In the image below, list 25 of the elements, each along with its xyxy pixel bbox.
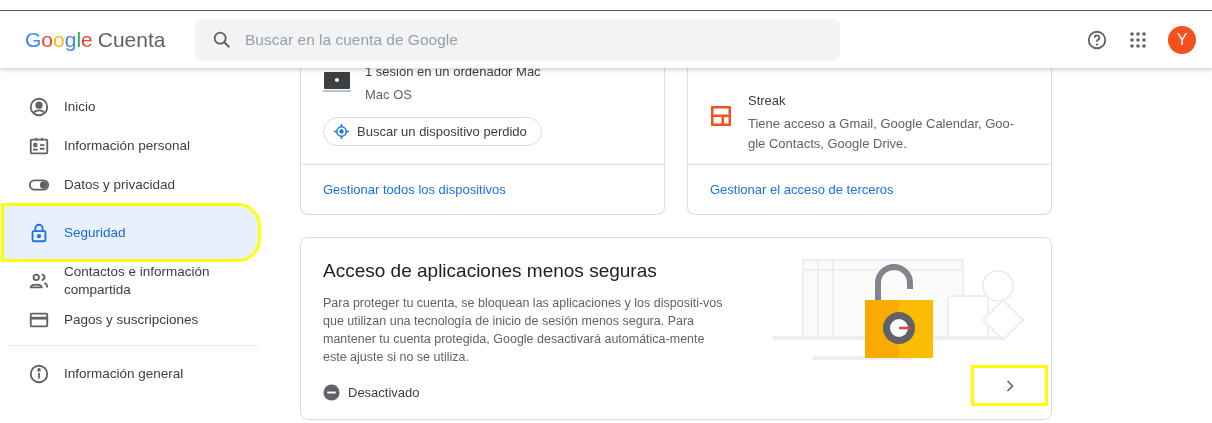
apps-grid-icon[interactable]	[1130, 31, 1146, 48]
sidebar-item[interactable]: Inicio	[0, 87, 254, 126]
sidebar-item[interactable]: Información general	[0, 354, 254, 393]
find-device-button[interactable]: Buscar un dispositivo perdido	[323, 117, 542, 146]
card-title: Acceso de aplicaciones menos seguras	[323, 260, 658, 282]
status-text: Desactivado	[348, 385, 420, 400]
card-description: Para proteger tu cuenta, se bloquean las aplicaciones y los dispositi-vos que utilizan una tecnología de inicio de sesión menos segura. Para mantener tu cuenta protegida, Google desactivará automática-mente este ajuste si no se utiliza.	[323, 295, 723, 366]
manage-third-party-link[interactable]: Gestionar el acceso de terceros	[710, 182, 894, 197]
sidebar-item[interactable]: Seguridad	[4, 206, 258, 259]
chevron-right-icon	[1004, 378, 1015, 393]
device-os: Mac OS	[365, 86, 413, 104]
location-target-icon	[334, 124, 349, 139]
nav-icon	[28, 95, 50, 118]
google-account-logo[interactable]: Google Cuenta	[25, 27, 195, 52]
app-name: Streak	[748, 92, 787, 110]
nav-icon	[28, 362, 50, 385]
sidebar-item[interactable]: Contactos e información compartida	[0, 261, 254, 300]
search-field[interactable]: Buscar en la cuenta de Google	[195, 18, 840, 61]
sidebar-item[interactable]: Información personal	[0, 126, 254, 165]
sidebar-item[interactable]: Datos y privacidad	[0, 165, 254, 204]
app-access-text: Tiene acceso a Gmail, Google Calendar, Goo-gle Contacts, Google Drive.	[748, 115, 1016, 153]
app-layout-icon	[710, 105, 732, 127]
manage-devices-link[interactable]: Gestionar todos los dispositivos	[323, 182, 506, 197]
help-icon[interactable]	[1086, 28, 1108, 51]
sidebar-item[interactable]: Pagos y suscripciones	[0, 300, 254, 339]
